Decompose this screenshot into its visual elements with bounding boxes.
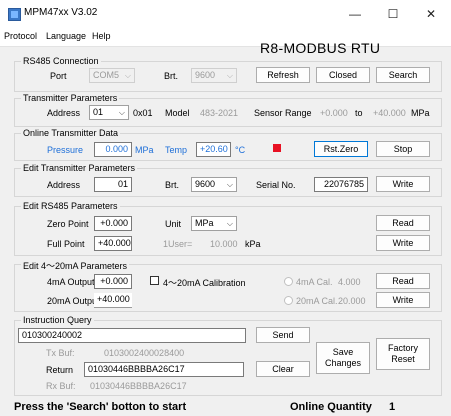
baud-select[interactable]: 9600 ⌵ <box>191 68 237 83</box>
group-title: Transmitter Parameters <box>21 93 120 103</box>
pressure-unit: MPa <box>135 145 154 155</box>
chevron-down-icon: ⌵ <box>226 180 233 189</box>
brt-label: Brt. <box>164 71 179 81</box>
connect-button[interactable]: Closed <box>316 67 370 83</box>
send-button[interactable]: Send <box>256 327 310 343</box>
group-title: Online Transmitter Data <box>21 128 121 138</box>
protocol-banner: R8-MODBUS RTU <box>260 40 381 56</box>
temp-value: +20.60 <box>196 142 231 157</box>
temp-label: Temp <box>165 145 188 155</box>
save-changes-button[interactable]: Save Changes <box>316 342 370 374</box>
rst-zero-button[interactable]: Rst.Zero <box>314 141 368 157</box>
full-point-input[interactable]: +40.000 <box>94 236 132 251</box>
serial-input[interactable]: 22076785 <box>314 177 368 192</box>
rxbuf-label: Rx Buf: <box>46 381 76 391</box>
write-rs485-button[interactable]: Write <box>376 235 430 251</box>
chevron-down-icon: ⌵ <box>118 108 125 117</box>
port-select[interactable]: COM5 ⌵ <box>89 68 135 83</box>
pressure-label: Pressure <box>47 145 84 155</box>
group-title: Instruction Query <box>21 315 94 325</box>
user-label: 1User= <box>163 239 193 249</box>
range-max: +40.000 <box>373 108 406 118</box>
group-title: RS485 Connection <box>21 56 101 66</box>
return-field: 01030446BBBBA26C17 <box>84 362 244 377</box>
write-4-20-button[interactable]: Write <box>376 292 430 308</box>
range-min: +0.000 <box>320 108 348 118</box>
zero-point-label: Zero Point <box>47 219 89 229</box>
unit-select[interactable]: MPa ⌵ <box>191 216 237 231</box>
rxbuf-value: 01030446BBBBA26C17 <box>90 381 187 391</box>
chevron-down-icon: ⌵ <box>124 71 131 80</box>
clear-button[interactable]: Clear <box>256 361 310 377</box>
address-hex: 0x01 <box>133 108 153 118</box>
refresh-button[interactable]: Refresh <box>256 67 310 83</box>
model-value: 483-2021 <box>200 108 239 118</box>
edit-address-input[interactable]: 01 <box>94 177 132 192</box>
cal-4ma-radio[interactable] <box>284 277 293 286</box>
output-4ma-label: 4mA Output <box>47 277 95 287</box>
command-input[interactable]: 010300240002 <box>18 328 246 343</box>
status-indicator <box>273 144 281 152</box>
read-4-20-button[interactable]: Read <box>376 273 430 289</box>
serial-label: Serial No. <box>256 180 296 190</box>
stop-button[interactable]: Stop <box>376 141 430 157</box>
close-button[interactable]: ✕ <box>412 0 450 28</box>
zero-point-input[interactable]: +0.000 <box>94 216 132 231</box>
address-select[interactable]: 01 ⌵ <box>89 105 129 120</box>
factory-reset-button[interactable]: Factory Reset <box>376 338 430 370</box>
pressure-value: 0.000 <box>94 142 132 157</box>
port-label: Port <box>50 71 67 81</box>
minimize-button[interactable]: — <box>336 0 374 28</box>
txbuf-label: Tx Buf: <box>46 348 75 358</box>
cal-20ma-value: 20.000 <box>338 296 366 306</box>
write-transmitter-button[interactable]: Write <box>376 176 430 192</box>
address-label: Address <box>47 108 81 118</box>
chevron-down-icon: ⌵ <box>226 71 233 80</box>
group-title: Edit Transmitter Parameters <box>21 163 138 173</box>
output-4ma-input[interactable]: +0.000 <box>94 274 132 289</box>
window-title: MPM47xx V3.02 <box>24 7 98 18</box>
output-20ma-label: 20mA Output <box>47 296 100 306</box>
group-title: Edit 4～20mA Parameters <box>21 259 130 272</box>
return-label: Return <box>46 365 74 375</box>
menu-language[interactable]: Language <box>46 31 86 41</box>
online-quantity-label: Online Quantity <box>290 401 372 413</box>
app-icon <box>8 8 21 21</box>
online-quantity-value: 1 <box>389 401 396 413</box>
range-unit: MPa <box>411 108 430 118</box>
unit-label: Unit <box>165 219 182 229</box>
edit-address-label: Address <box>47 180 81 190</box>
maximize-button[interactable]: ☐ <box>374 0 412 28</box>
txbuf-value: 0103002400028400 <box>104 348 185 358</box>
cal-20ma-label: 20mA Cal. <box>296 296 338 306</box>
cal-4ma-value: 4.000 <box>338 277 361 287</box>
edit-baud-select[interactable]: 9600 ⌵ <box>191 177 237 192</box>
search-button[interactable]: Search <box>376 67 430 83</box>
user-value: 10.000 <box>210 239 238 249</box>
model-label: Model <box>165 108 190 118</box>
cal-4ma-label: 4mA Cal. <box>296 277 333 287</box>
output-20ma-input[interactable]: +40.000 <box>94 293 132 308</box>
group-title: Edit RS485 Parameters <box>21 201 120 211</box>
calibration-label: 4～20mA Calibration <box>163 278 246 288</box>
sensor-range-label: Sensor Range <box>254 108 312 118</box>
read-rs485-button[interactable]: Read <box>376 215 430 231</box>
full-point-label: Full Point <box>47 239 85 249</box>
temp-unit: °C <box>235 145 246 155</box>
cal-20ma-radio[interactable] <box>284 296 293 305</box>
chevron-down-icon: ⌵ <box>226 219 233 228</box>
calibration-checkbox[interactable] <box>150 276 159 285</box>
menu-help[interactable]: Help <box>92 31 111 41</box>
user-unit: kPa <box>245 239 261 249</box>
edit-brt-label: Brt. <box>165 180 180 190</box>
menu-protocol[interactable]: Protocol <box>4 31 37 41</box>
range-to: to <box>355 108 363 118</box>
status-message: Press the 'Search' botton to start <box>14 401 187 413</box>
